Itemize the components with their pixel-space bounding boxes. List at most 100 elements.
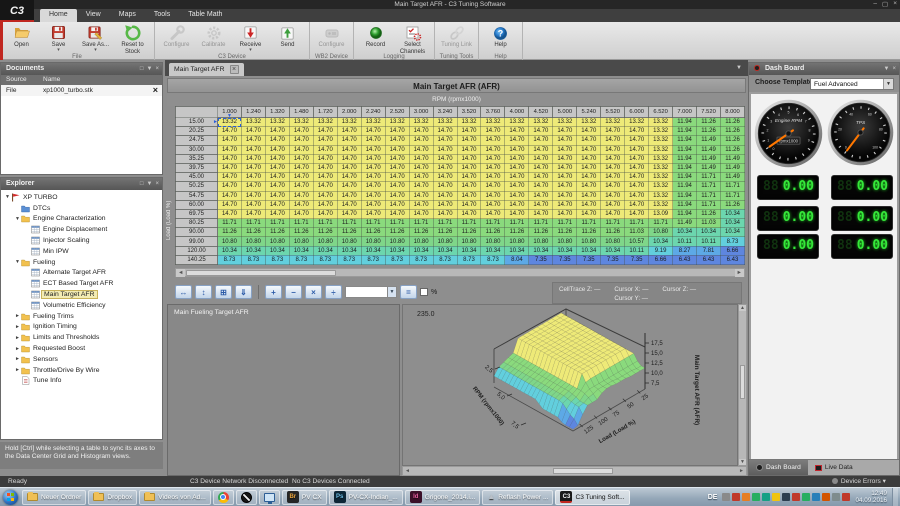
afr-cell[interactable]: 14.70 [241,173,265,182]
afr-cell[interactable]: 10.80 [409,237,433,246]
afr-cell[interactable]: 11.49 [697,145,721,154]
tree-item-throttle-drive-by-wire[interactable]: ►Throttle/Drive By Wire [1,365,162,376]
afr-cell[interactable]: 11.26 [577,228,601,237]
afr-cell[interactable]: 14.70 [337,173,361,182]
afr-cell[interactable]: 14.70 [241,191,265,200]
load-row-header[interactable]: 24.75 [176,136,218,145]
afr-cell[interactable]: 11.94 [673,182,697,191]
afr-cell[interactable]: 8.27 [673,246,697,255]
afr-cell[interactable]: 11.49 [697,163,721,172]
afr-cell[interactable]: 11.71 [697,200,721,209]
scroll-thumb[interactable] [553,468,613,474]
minimize-icon[interactable]: – [873,0,877,8]
afr-cell[interactable]: 14.70 [241,200,265,209]
afr-cell[interactable]: 10.34 [218,246,242,255]
afr-cell[interactable]: 14.70 [409,154,433,163]
close-icon[interactable]: × [893,0,897,8]
table-horizontal-scrollbar[interactable]: ◄ ► [175,268,745,277]
afr-cell[interactable]: 11.26 [289,228,313,237]
afr-cell[interactable]: 13.32 [649,200,673,209]
afr-cell[interactable]: 14.70 [289,209,313,218]
afr-cell[interactable]: 13.32 [649,136,673,145]
taskbar-item-folder[interactable]: Videos von Ad... [139,490,211,505]
afr-cell[interactable]: 10.34 [697,228,721,237]
show-desktop-button[interactable] [892,488,898,506]
load-row-header[interactable]: 50.25 [176,182,218,191]
afr-cell[interactable]: 11.71 [313,219,337,228]
rpm-column-header[interactable]: 4.000 [505,107,529,118]
reset-to-stock-button[interactable]: Reset to Stock [114,23,151,52]
close-panel-icon[interactable]: × [155,181,159,187]
afr-cell[interactable]: 10.11 [625,246,649,255]
afr-cell[interactable]: 14.70 [289,200,313,209]
afr-cell[interactable]: 10.80 [241,237,265,246]
tab-dash-board[interactable]: Dash Board [749,460,808,475]
afr-cell[interactable]: 7.35 [553,255,577,264]
expander-open-icon[interactable]: ▼ [14,259,21,265]
afr-cell[interactable]: 14.70 [313,154,337,163]
afr-cell[interactable]: 7.35 [577,255,601,264]
document-row[interactable]: File xp1000_turbo.stk × [1,85,162,96]
afr-cell[interactable]: 14.70 [385,191,409,200]
afr-cell[interactable]: 14.70 [529,154,553,163]
afr-cell[interactable]: 14.70 [218,136,242,145]
afr-cell[interactable]: 10.80 [433,237,457,246]
help-button[interactable]: ?Help [482,23,519,52]
afr-cell[interactable]: 14.70 [337,136,361,145]
afr-cell[interactable]: 14.70 [625,191,649,200]
afr-cell[interactable]: 14.70 [625,200,649,209]
tree-item-engine-characterization[interactable]: ▼Engine Characterization [1,214,162,225]
afr-cell[interactable]: 14.70 [337,145,361,154]
afr-cell[interactable]: 10.34 [673,228,697,237]
afr-cell[interactable]: 10.80 [313,237,337,246]
surface-plot-panel[interactable]: 235.0 17,515,012,510,07,5Main Target AFR… [402,304,738,466]
afr-cell[interactable]: 13.32 [625,118,649,127]
tree-item-sensors[interactable]: ►Sensors [1,354,162,365]
afr-cell[interactable]: 14.70 [265,154,289,163]
afr-cell[interactable]: 14.70 [481,127,505,136]
afr-cell[interactable]: 13.32 [313,118,337,127]
afr-cell[interactable]: 10.34 [241,246,265,255]
afr-cell[interactable]: 14.70 [313,182,337,191]
afr-cell[interactable]: 10.80 [481,237,505,246]
afr-cell[interactable]: 11.71 [481,219,505,228]
tray-icon[interactable] [772,493,780,501]
taskbar-item-reflash[interactable]: ▲Reflash Power ... [482,490,553,505]
afr-cell[interactable]: 14.70 [433,136,457,145]
rpm-column-header[interactable]: 3.520 [457,107,481,118]
afr-cell[interactable]: 14.70 [601,173,625,182]
rpm-column-header[interactable]: 2.000 [337,107,361,118]
afr-cell[interactable]: 13.32 [409,118,433,127]
afr-cell[interactable]: 14.70 [385,136,409,145]
afr-cell[interactable]: 10.34 [529,246,553,255]
afr-cell[interactable]: 13.32 [649,173,673,182]
afr-cell[interactable]: 8.73 [721,237,745,246]
afr-cell[interactable]: 14.70 [457,191,481,200]
afr-cell[interactable]: 14.70 [433,182,457,191]
afr-cell[interactable]: 11.71 [241,219,265,228]
afr-cell[interactable]: 11.49 [697,136,721,145]
afr-cell[interactable]: 14.70 [241,182,265,191]
tree-item-min-ipw[interactable]: Min IPW [1,246,162,257]
afr-cell[interactable]: 11.71 [409,219,433,228]
afr-cell[interactable]: 8.73 [433,255,457,264]
window-pop-icon[interactable]: □ [140,181,144,187]
afr-cell[interactable]: 11.26 [601,228,625,237]
afr-cell[interactable]: 11.49 [721,173,745,182]
afr-cell[interactable]: 11.03 [697,219,721,228]
afr-cell[interactable]: 13.32 [433,118,457,127]
afr-cell[interactable]: 14.70 [505,163,529,172]
tree-item-xp-turbo[interactable]: ▼XP TURBO [1,192,162,203]
scroll-thumb[interactable] [186,270,336,276]
afr-cell[interactable]: 14.70 [433,200,457,209]
app-logo[interactable]: C3 [0,0,34,22]
load-row-header[interactable]: 60.00 [176,200,218,209]
afr-cell[interactable]: 13.32 [505,118,529,127]
afr-cell[interactable]: 14.70 [218,154,242,163]
tray-icon[interactable] [792,493,800,501]
afr-cell[interactable]: 14.70 [529,182,553,191]
afr-cell[interactable]: 11.26 [697,118,721,127]
afr-cell[interactable]: 6.43 [697,255,721,264]
afr-cell[interactable]: 11.71 [505,219,529,228]
afr-cell[interactable]: 11.94 [673,136,697,145]
